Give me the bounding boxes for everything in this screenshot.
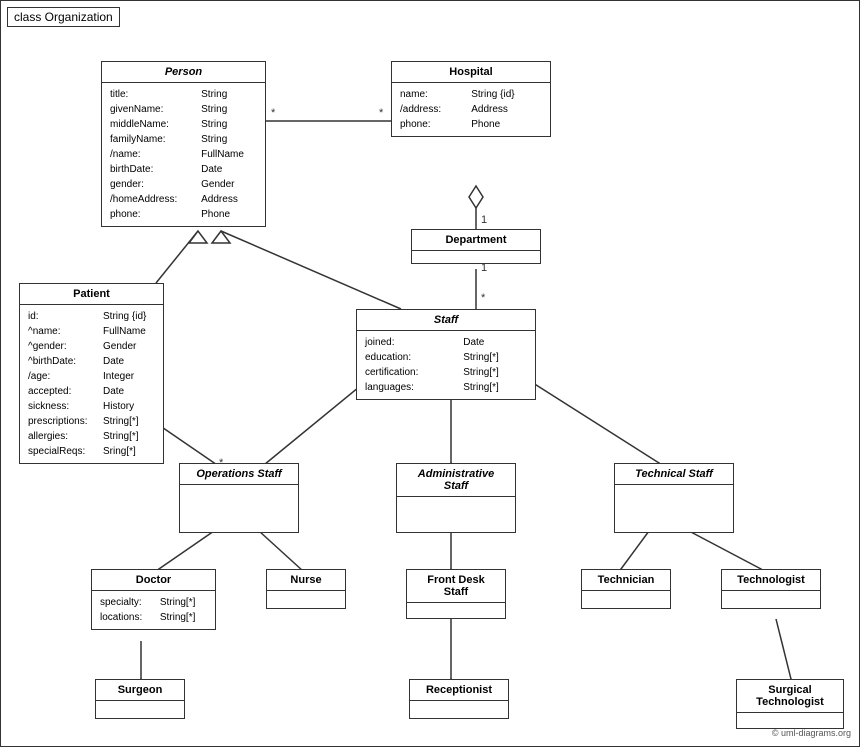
class-staff-attrs: joined:Date education:String[*] certific…	[357, 331, 535, 399]
class-department-attrs	[412, 251, 540, 263]
class-nurse-attrs	[267, 591, 345, 605]
class-surgeon: Surgeon	[95, 679, 185, 719]
class-department: Department	[411, 229, 541, 264]
class-receptionist-title: Receptionist	[410, 680, 508, 701]
class-patient: Patient id:String {id} ^name:FullName ^g…	[19, 283, 164, 464]
class-doctor-title: Doctor	[92, 570, 215, 591]
class-doctor-attrs: specialty:String[*] locations:String[*]	[92, 591, 215, 629]
class-person-title: Person	[102, 62, 265, 83]
class-receptionist-attrs	[410, 701, 508, 715]
copyright: © uml-diagrams.org	[772, 728, 851, 738]
class-staff-title: Staff	[357, 310, 535, 331]
class-operations-staff: Operations Staff	[179, 463, 299, 533]
class-receptionist: Receptionist	[409, 679, 509, 719]
class-hospital-title: Hospital	[392, 62, 550, 83]
class-technologist-title: Technologist	[722, 570, 820, 591]
class-department-title: Department	[412, 230, 540, 251]
class-nurse: Nurse	[266, 569, 346, 609]
class-technical-staff-attrs	[615, 485, 733, 505]
class-front-desk-staff-attrs	[407, 603, 505, 617]
class-hospital: Hospital name:String {id} /address:Addre…	[391, 61, 551, 137]
class-administrative-staff-title: Administrative Staff	[397, 464, 515, 497]
class-doctor: Doctor specialty:String[*] locations:Str…	[91, 569, 216, 630]
svg-text:*: *	[481, 292, 486, 304]
class-technician-attrs	[582, 591, 670, 605]
svg-text:*: *	[379, 107, 384, 119]
class-front-desk-staff-title: Front Desk Staff	[407, 570, 505, 603]
class-patient-attrs: id:String {id} ^name:FullName ^gender:Ge…	[20, 305, 163, 463]
class-surgical-technologist: Surgical Technologist	[736, 679, 844, 729]
class-front-desk-staff: Front Desk Staff	[406, 569, 506, 619]
class-patient-title: Patient	[20, 284, 163, 305]
class-operations-staff-title: Operations Staff	[180, 464, 298, 485]
class-administrative-staff: Administrative Staff	[396, 463, 516, 533]
class-surgical-technologist-attrs	[737, 713, 843, 727]
svg-text:1: 1	[481, 214, 487, 226]
class-administrative-staff-attrs	[397, 497, 515, 517]
class-staff: Staff joined:Date education:String[*] ce…	[356, 309, 536, 400]
class-person-attrs: title:String givenName:String middleName…	[102, 83, 265, 226]
class-surgical-technologist-title: Surgical Technologist	[737, 680, 843, 713]
class-surgeon-title: Surgeon	[96, 680, 184, 701]
class-technician-title: Technician	[582, 570, 670, 591]
svg-text:*: *	[271, 107, 276, 119]
diagram-title: class Organization	[7, 7, 120, 27]
class-surgeon-attrs	[96, 701, 184, 715]
class-technologist: Technologist	[721, 569, 821, 609]
class-person: Person title:String givenName:String mid…	[101, 61, 266, 227]
diagram-container: class Organization	[0, 0, 860, 747]
class-technician: Technician	[581, 569, 671, 609]
class-nurse-title: Nurse	[267, 570, 345, 591]
class-hospital-attrs: name:String {id} /address:Address phone:…	[392, 83, 550, 136]
class-technical-staff-title: Technical Staff	[615, 464, 733, 485]
class-technologist-attrs	[722, 591, 820, 605]
class-operations-staff-attrs	[180, 485, 298, 505]
class-technical-staff: Technical Staff	[614, 463, 734, 533]
